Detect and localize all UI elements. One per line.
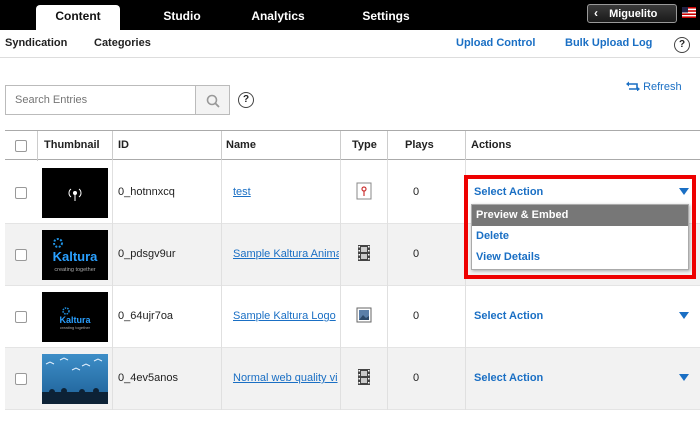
- tab-settings[interactable]: Settings: [344, 5, 428, 30]
- chevron-down-icon[interactable]: [679, 312, 689, 319]
- tab-analytics[interactable]: Analytics: [236, 5, 320, 30]
- table-header: Thumbnail ID Name Type Plays Actions: [5, 130, 700, 161]
- entry-id: 0_pdsgv9ur: [118, 248, 176, 260]
- select-action-dropdown[interactable]: Select Action: [474, 372, 543, 384]
- table-row: Kaltura creating together 0_64ujr7oa Sam…: [5, 286, 700, 348]
- entry-plays: 0: [413, 248, 420, 260]
- entry-id: 0_4ev5anos: [118, 372, 178, 384]
- entry-name-link[interactable]: test: [233, 186, 251, 198]
- search-icon: [206, 94, 220, 108]
- entry-id: 0_hotnnxcq: [118, 186, 175, 198]
- kaltura-logo: Kaltura creating together: [53, 238, 99, 273]
- top-nav-bar: Content Studio Analytics Settings ‹ Migu…: [0, 0, 700, 30]
- entry-thumbnail[interactable]: [42, 354, 108, 404]
- sub-nav-bar: Syndication Categories Upload Control Bu…: [0, 30, 700, 58]
- entry-plays: 0: [413, 310, 420, 322]
- header-name[interactable]: Name: [226, 139, 256, 151]
- aquarium-image: [42, 357, 108, 404]
- refresh-button[interactable]: Refresh: [626, 81, 682, 93]
- entry-plays: 0: [413, 372, 420, 384]
- tab-studio[interactable]: Studio: [140, 5, 224, 30]
- image-icon: [356, 307, 372, 323]
- entry-name-link[interactable]: Sample Kaltura Logo: [233, 310, 336, 322]
- entry-id: 0_64ujr7oa: [118, 310, 174, 322]
- refresh-label: Refresh: [643, 81, 682, 93]
- upload-control-link[interactable]: Upload Control: [456, 37, 535, 49]
- kaltura-logo-text: Kaltura: [59, 315, 91, 325]
- kaltura-tagline-text: creating together: [54, 267, 95, 273]
- kaltura-logo-text: Kaltura: [53, 249, 99, 264]
- entry-thumbnail[interactable]: Kaltura creating together: [42, 230, 108, 280]
- chevron-down-icon[interactable]: [679, 374, 689, 381]
- entry-name-link[interactable]: Normal web quality vi: [233, 372, 338, 384]
- entry-plays: 0: [413, 186, 420, 198]
- tab-content[interactable]: Content: [36, 5, 120, 30]
- us-flag-icon[interactable]: [682, 7, 696, 18]
- search-button[interactable]: [196, 85, 230, 115]
- podcast-icon: [68, 188, 82, 201]
- kaltura-tagline-text: creating together: [60, 325, 91, 330]
- header-id[interactable]: ID: [118, 139, 129, 151]
- user-menu-button[interactable]: ‹ Miguelito: [587, 4, 677, 23]
- select-action-dropdown[interactable]: Select Action: [474, 310, 543, 322]
- kaltura-logo: Kaltura creating together: [59, 307, 91, 330]
- chevron-left-icon: ‹: [594, 6, 598, 20]
- entry-thumbnail[interactable]: Kaltura creating together: [42, 292, 108, 342]
- video-icon: [358, 245, 370, 261]
- row-checkbox[interactable]: [15, 187, 27, 199]
- user-name: Miguelito: [609, 8, 658, 20]
- entry-name-link[interactable]: Sample Kaltura Anima: [233, 248, 339, 260]
- header-actions: Actions: [471, 139, 512, 151]
- header-plays[interactable]: Plays: [405, 139, 434, 151]
- help-icon[interactable]: ?: [674, 37, 690, 53]
- select-all-checkbox[interactable]: [15, 140, 27, 152]
- table-row: 0_4ev5anos Normal web quality vi 0 Selec…: [5, 348, 700, 410]
- syndication-link[interactable]: Syndication: [5, 37, 67, 49]
- video-icon: [358, 369, 370, 385]
- highlight-box: [464, 175, 696, 279]
- refresh-icon: [626, 81, 640, 92]
- row-checkbox[interactable]: [15, 311, 27, 323]
- row-checkbox[interactable]: [15, 249, 27, 261]
- search-help-icon[interactable]: ?: [238, 92, 254, 108]
- entry-thumbnail[interactable]: [42, 168, 108, 218]
- audio-icon: [356, 182, 372, 200]
- bulk-upload-log-link[interactable]: Bulk Upload Log: [565, 37, 652, 49]
- search-input[interactable]: [5, 85, 196, 115]
- row-checkbox[interactable]: [15, 373, 27, 385]
- header-type[interactable]: Type: [352, 139, 377, 151]
- categories-link[interactable]: Categories: [94, 37, 151, 49]
- header-thumbnail: Thumbnail: [44, 139, 100, 151]
